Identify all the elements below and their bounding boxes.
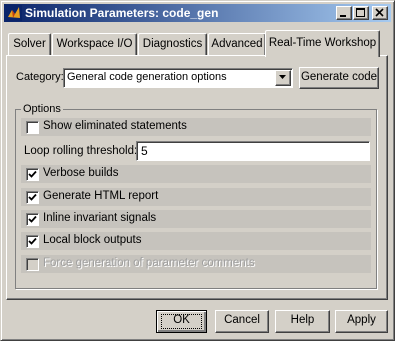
tab-advanced[interactable]: Advanced [208, 33, 266, 55]
matlab-logo-icon [6, 5, 22, 21]
cancel-button[interactable]: Cancel [215, 310, 269, 333]
apply-button[interactable]: Apply [335, 310, 388, 333]
maximize-button[interactable] [353, 6, 369, 20]
focus-ring [161, 314, 202, 329]
tab-diagnostics[interactable]: Diagnostics [138, 33, 207, 55]
tab-real-time-workshop[interactable]: Real-Time Workshop [265, 30, 380, 57]
maximize-icon [356, 8, 365, 17]
tab-panel [6, 55, 388, 300]
close-icon [375, 8, 384, 17]
dialog-window: Simulation Parameters: code_gen Solver W… [0, 0, 395, 341]
tab-workspace-io[interactable]: Workspace I/O [52, 33, 137, 55]
title-bar[interactable]: Simulation Parameters: code_gen [4, 4, 391, 22]
minimize-icon [340, 15, 346, 17]
window-title: Simulation Parameters: code_gen [25, 6, 219, 20]
ok-button[interactable]: OK [156, 310, 207, 333]
help-button[interactable]: Help [275, 310, 330, 333]
minimize-button[interactable] [336, 6, 352, 20]
close-button[interactable] [372, 6, 388, 20]
tab-solver[interactable]: Solver [8, 33, 51, 55]
